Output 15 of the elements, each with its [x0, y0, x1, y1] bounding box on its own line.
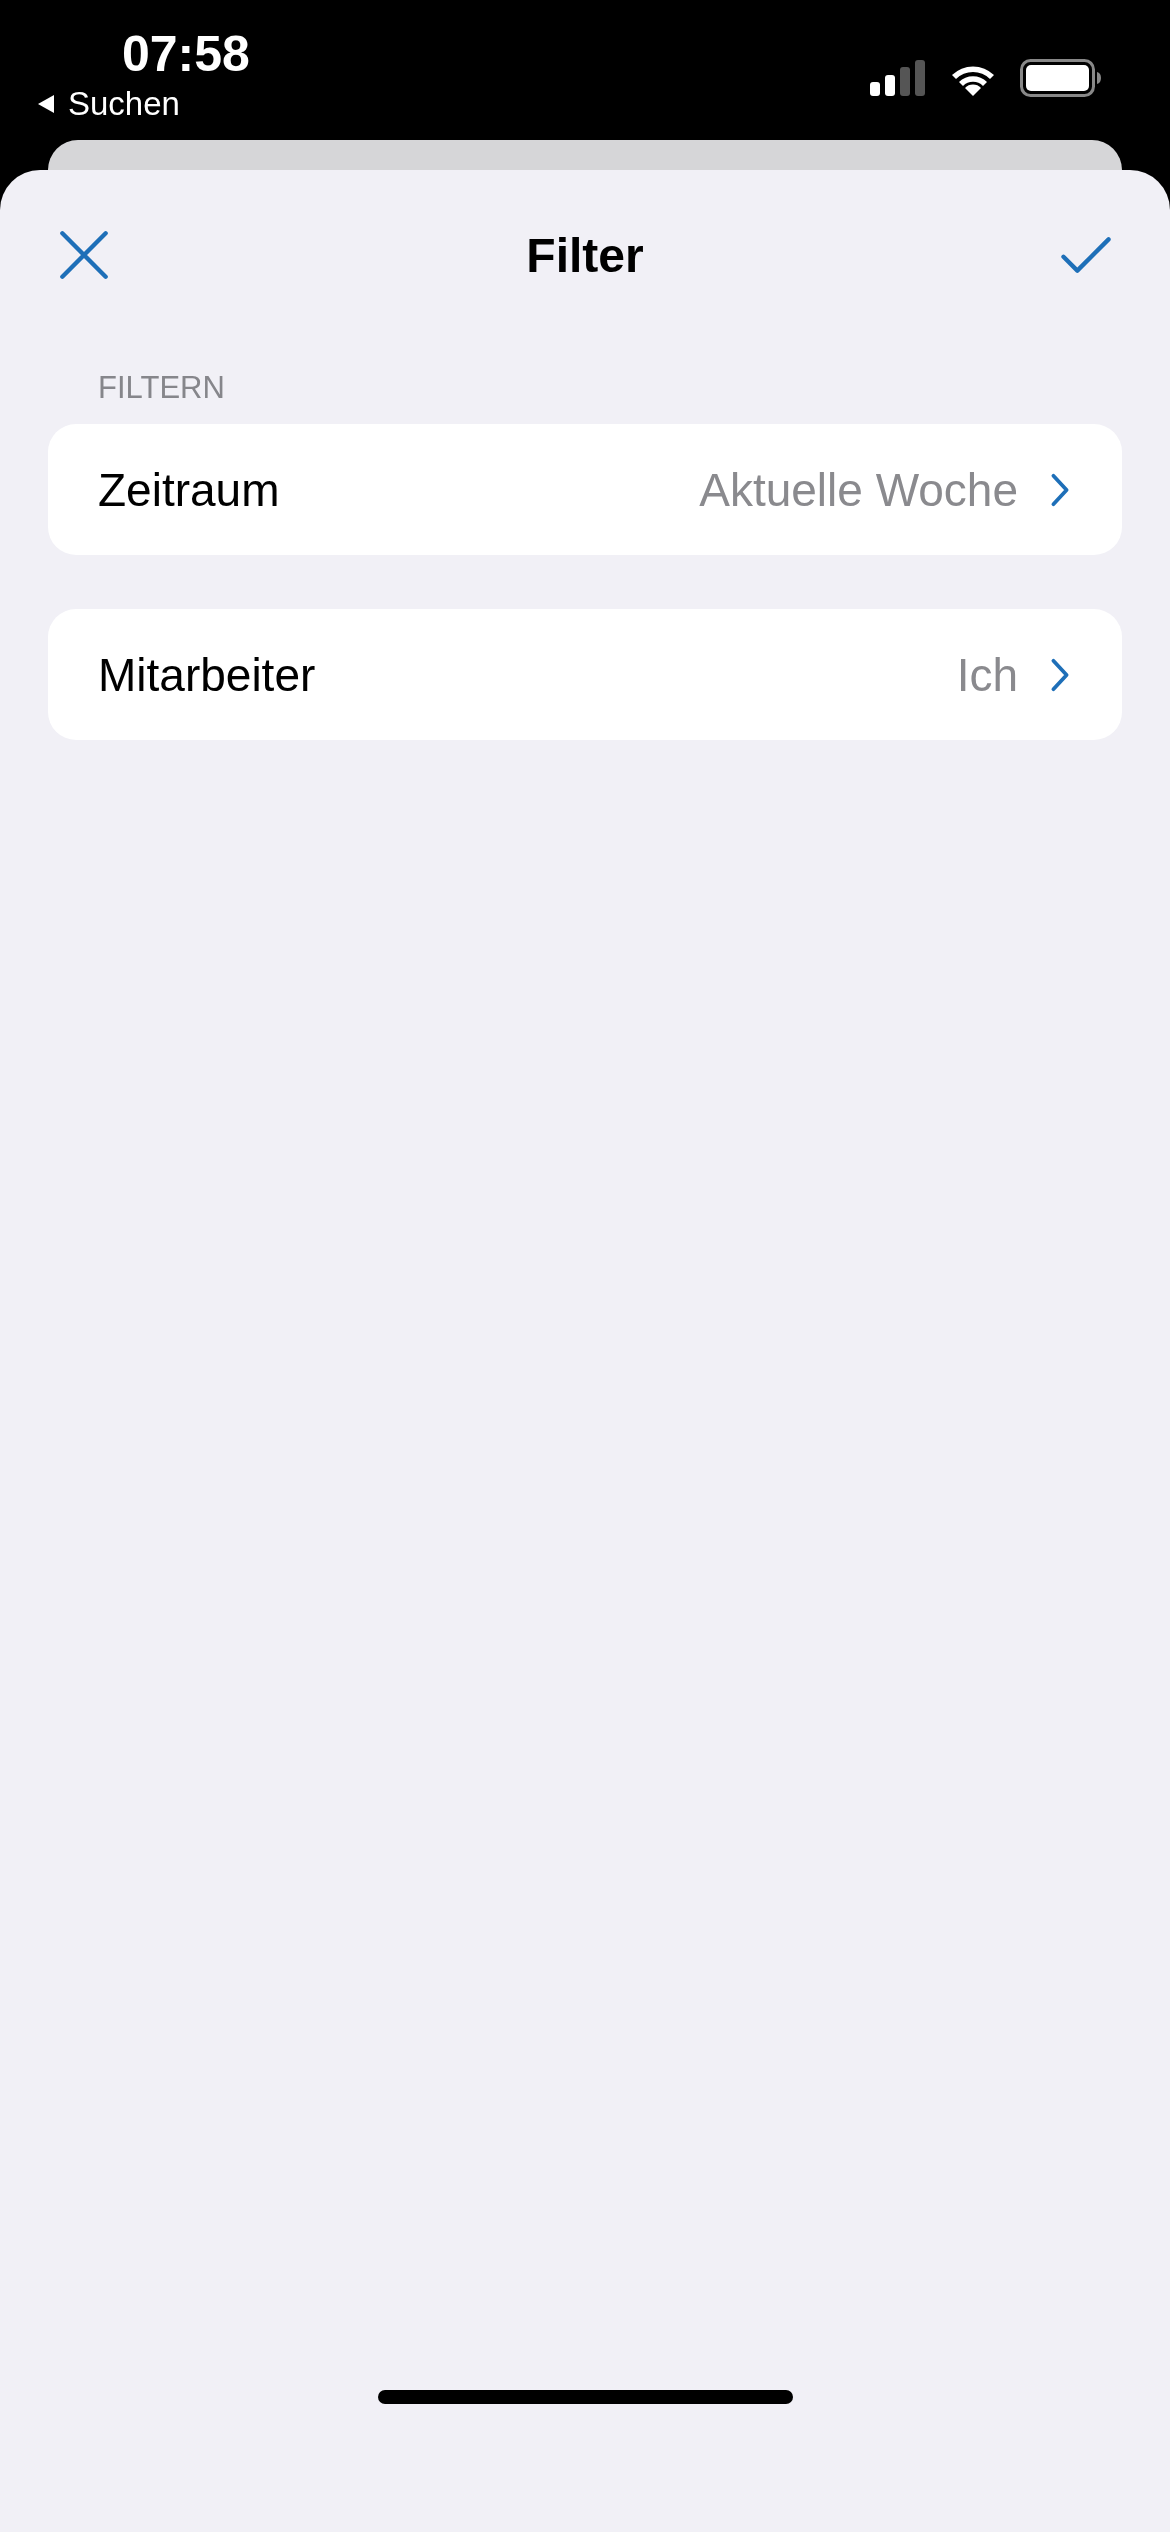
row-label: Mitarbeiter	[98, 647, 317, 702]
row-value: Aktuelle Woche	[699, 462, 1018, 517]
row-label: Zeitraum	[98, 462, 281, 517]
sheet-title: Filter	[526, 227, 644, 283]
signal-icon	[870, 60, 926, 96]
chevron-icon	[1050, 472, 1070, 507]
back-link[interactable]: Suchen	[36, 84, 250, 124]
section-header: FILTERN	[97, 369, 226, 406]
back-triangle-icon	[36, 93, 56, 115]
chevron-icon	[1050, 657, 1070, 692]
filter-row[interactable]: Zeitraum Aktuelle Woche	[48, 424, 1122, 555]
status-time: 07:58	[122, 26, 250, 82]
filter-row[interactable]: Mitarbeiter Ich	[48, 609, 1122, 740]
battery-icon	[1020, 59, 1102, 97]
row-value: Ich	[956, 647, 1018, 702]
